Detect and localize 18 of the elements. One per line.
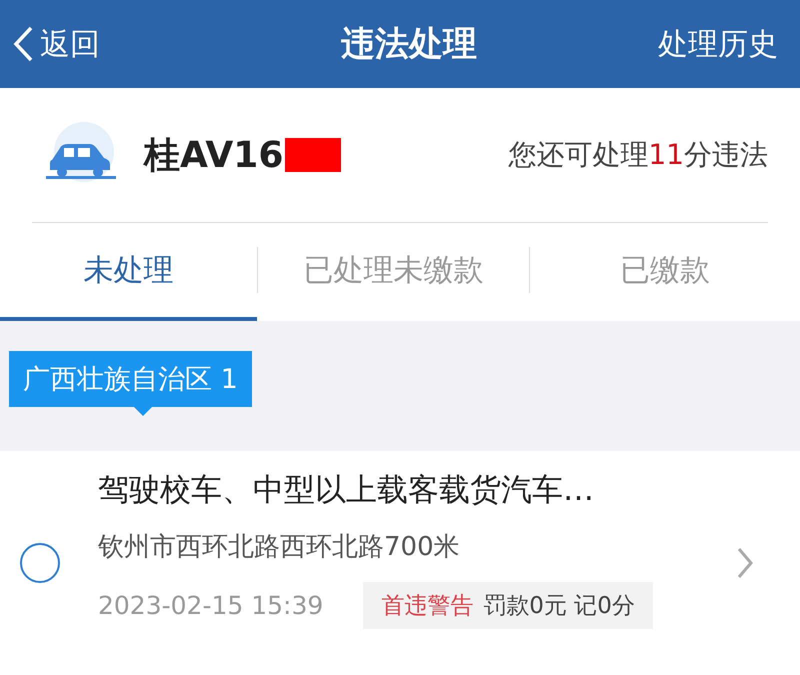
penalty-text: 罚款0元 记0分 [483,593,635,619]
status-tab[interactable]: 未处理 [0,223,257,321]
chevron-left-icon [12,26,34,62]
violation-title: 驾驶校车、中型以上载客载货汽车… [98,471,595,510]
points-remaining: 您还可处理11分违法 [508,137,768,173]
select-radio[interactable] [20,543,60,583]
redaction-block [285,138,342,172]
page-title: 违法处理 [341,23,477,66]
back-button[interactable]: 返回 [12,24,100,64]
plate-number: 桂AV16 [144,134,284,178]
back-label: 返回 [40,26,100,64]
warning-label: 首违警告 [381,593,474,619]
violation-item[interactable]: 驾驶校车、中型以上载客载货汽车… 钦州市西环北路西环北路700米 2023-02-15 15:39 首违警告 罚款0元 记0分 [0,451,800,675]
violation-location: 钦州市西环北路西环北路700米 [98,531,461,564]
history-button[interactable]: 处理历史 [658,24,778,64]
region-badge: 广西壮族自治区 1 [9,351,252,416]
chevron-right-icon [736,546,754,580]
violation-time: 2023-02-15 15:39 [98,591,324,620]
